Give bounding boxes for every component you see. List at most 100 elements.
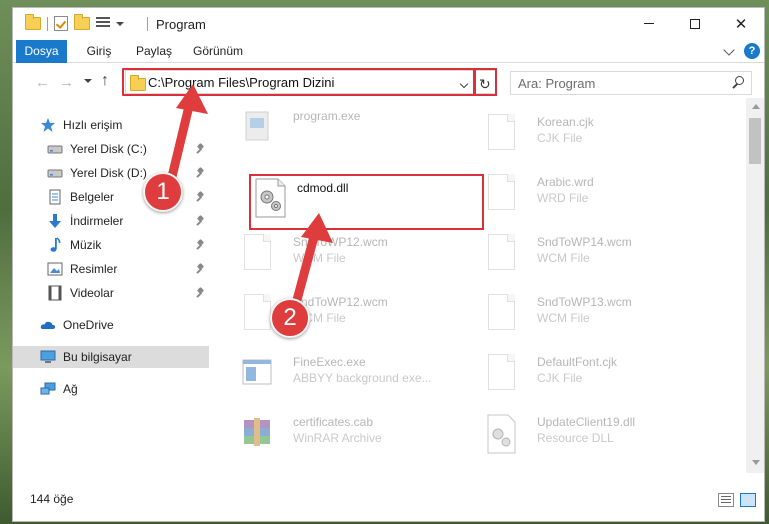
refresh-highlight-box	[474, 68, 497, 96]
sidebar-item-network[interactable]: Ağ	[13, 378, 209, 400]
file-type: WCM File	[537, 251, 590, 265]
qat-dropdown-icon[interactable]	[116, 21, 124, 26]
file-item-defaultfont-cjk[interactable]: DefaultFont.cjk CJK File	[467, 348, 702, 400]
file-type: WCM File	[537, 311, 590, 325]
tab-share[interactable]: Paylaş	[131, 40, 177, 63]
up-arrow-icon[interactable]: ↑	[101, 72, 109, 90]
file-type: WRD File	[537, 191, 589, 205]
sidebar-item-music[interactable]: Müzik	[13, 234, 209, 256]
tab-home[interactable]: Giriş	[79, 40, 119, 63]
properties-check-icon[interactable]	[54, 16, 68, 31]
file-type: CJK File	[537, 131, 583, 145]
file-name: Arabic.wrd	[537, 175, 594, 189]
navigation-bar: ← → ↑ C:\Program Files\Program Dizini ↻ …	[13, 64, 764, 98]
pin-icon[interactable]	[196, 288, 205, 298]
item-count: 144 öğe	[30, 492, 74, 506]
file-item-certificates-cab[interactable]: certificates.cab WinRAR Archive	[223, 408, 458, 460]
scroll-up-icon[interactable]	[752, 104, 760, 109]
search-icon[interactable]	[730, 75, 746, 91]
document-file-icon	[240, 234, 274, 274]
drive-icon	[47, 169, 63, 178]
forward-arrow-icon[interactable]: →	[59, 74, 74, 91]
sidebar-item-label: İndirmeler	[70, 214, 124, 228]
file-name: Korean.cjk	[537, 115, 594, 129]
document-file-icon	[484, 114, 518, 154]
explorer-window: Program ✕ Dosya Giriş Paylaş Görünüm ? ←…	[12, 7, 765, 522]
pin-icon[interactable]	[196, 216, 205, 226]
recent-locations-icon[interactable]	[84, 79, 92, 83]
search-placeholder: Ara: Program	[518, 76, 596, 91]
cloud-icon	[40, 321, 56, 329]
file-name: SndToWP14.wcm	[537, 235, 632, 249]
customize-list-icon[interactable]	[96, 17, 110, 30]
sidebar-item-label: Hızlı erişim	[63, 118, 123, 132]
file-type: ABBYY background exe...	[293, 371, 432, 385]
folder-icon	[25, 14, 41, 30]
callout-badge-1: 1	[143, 172, 183, 212]
scroll-thumb[interactable]	[749, 118, 761, 164]
vertical-scrollbar[interactable]	[746, 98, 764, 473]
new-folder-icon[interactable]	[74, 14, 90, 30]
back-arrow-icon[interactable]: ←	[35, 74, 50, 91]
file-type: WinRAR Archive	[293, 431, 382, 445]
tab-file[interactable]: Dosya	[16, 40, 67, 63]
sidebar-item-label: Ağ	[63, 382, 78, 396]
star-icon	[41, 118, 55, 132]
winrar-archive-icon	[244, 418, 270, 446]
file-item-fineexec-exe[interactable]: FineExec.exe ABBYY background exe...	[223, 348, 458, 400]
minimize-button[interactable]	[626, 8, 672, 39]
title-bar: Program ✕	[13, 8, 764, 40]
exe-file-icon	[245, 111, 269, 141]
scroll-down-icon[interactable]	[752, 460, 760, 465]
sidebar-item-videos[interactable]: Videolar	[13, 282, 209, 304]
file-item-sndtowp14-wcm[interactable]: SndToWP14.wcm WCM File	[467, 228, 702, 280]
sidebar-item-label: Yerel Disk (D:)	[70, 166, 147, 180]
tab-view[interactable]: Görünüm	[190, 40, 246, 63]
document-file-icon	[484, 354, 518, 394]
callout-badge-2: 2	[270, 298, 310, 338]
status-bar: 144 öğe	[13, 486, 764, 521]
sidebar-item-this-pc[interactable]: Bu bilgisayar	[13, 346, 209, 368]
sidebar-item-label: Yerel Disk (C:)	[70, 142, 147, 156]
sidebar-item-label: Videolar	[70, 286, 114, 300]
file-item-sndtowp13-wcm[interactable]: SndToWP13.wcm WCM File	[467, 288, 702, 340]
ribbon-tabs: Dosya Giriş Paylaş Görünüm ?	[13, 40, 764, 63]
document-file-icon	[240, 294, 274, 334]
details-view-icon[interactable]	[718, 493, 734, 507]
dll-gear-file-icon	[487, 414, 516, 454]
maximize-icon	[690, 18, 700, 29]
expand-ribbon-icon[interactable]	[723, 44, 735, 56]
videos-icon	[48, 285, 62, 301]
large-icons-view-icon[interactable]	[740, 493, 756, 507]
pin-icon[interactable]	[196, 240, 205, 250]
file-name: certificates.cab	[293, 415, 374, 429]
file-item-program-exe[interactable]: program.exe	[223, 102, 458, 154]
document-file-icon	[484, 174, 518, 214]
toolbar-divider	[47, 16, 48, 31]
file-item-korean-cjk[interactable]: Korean.cjk CJK File	[467, 108, 702, 160]
file-type: Resource DLL	[537, 431, 614, 445]
file-name: program.exe	[293, 109, 361, 123]
sidebar-item-onedrive[interactable]: OneDrive	[13, 314, 209, 336]
window-title: Program	[156, 17, 206, 32]
document-file-icon	[484, 294, 518, 334]
file-name: FineExec.exe	[293, 355, 366, 369]
sidebar-item-downloads[interactable]: İndirmeler	[13, 210, 209, 232]
sidebar-item-pictures[interactable]: Resimler	[13, 258, 209, 280]
pin-icon[interactable]	[196, 264, 205, 274]
close-button[interactable]: ✕	[718, 8, 764, 39]
network-icon	[40, 382, 56, 395]
maximize-button[interactable]	[672, 8, 718, 39]
help-icon[interactable]: ?	[744, 43, 760, 59]
sidebar-item-label: OneDrive	[63, 318, 114, 332]
file-name: DefaultFont.cjk	[537, 355, 618, 369]
file-item-arabic-wrd[interactable]: Arabic.wrd WRD File	[467, 168, 702, 220]
sidebar-item-label: Belgeler	[70, 190, 115, 204]
file-type: CJK File	[537, 371, 583, 385]
quick-access-toolbar	[25, 14, 124, 31]
file-name: SndToWP13.wcm	[537, 295, 632, 309]
file-item-updateclient19-dll[interactable]: UpdateClient19.dll Resource DLL	[467, 408, 702, 460]
document-file-icon	[484, 234, 518, 274]
search-input[interactable]: Ara: Program	[510, 71, 752, 95]
music-icon	[50, 237, 61, 252]
